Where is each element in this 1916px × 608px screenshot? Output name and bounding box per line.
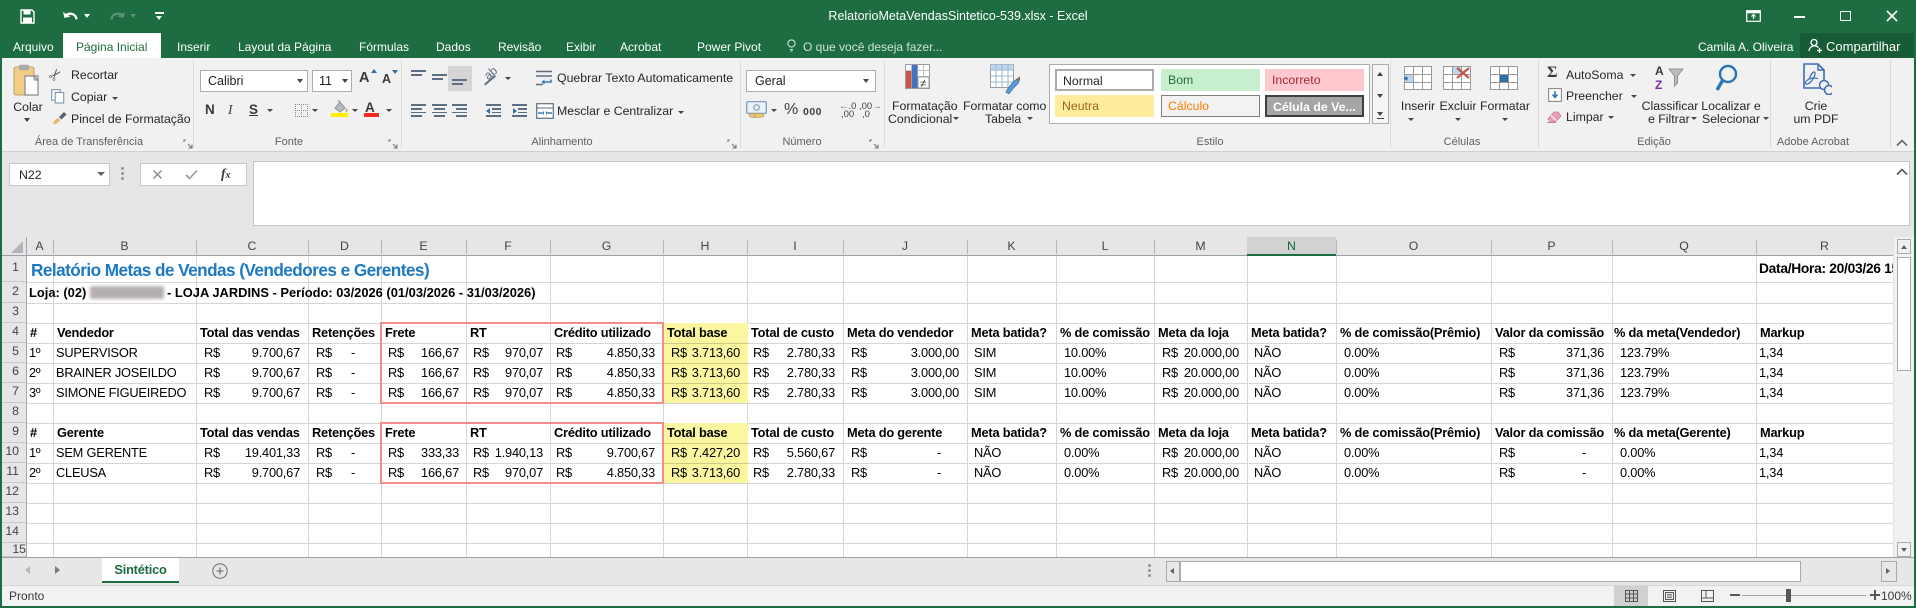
svg-text:≠: ≠ — [920, 78, 926, 90]
